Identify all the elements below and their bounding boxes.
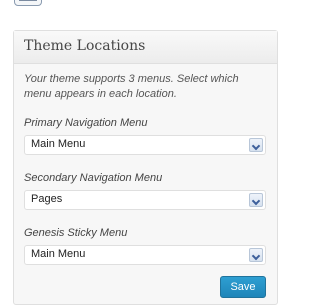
screen-options-icon[interactable] [14, 0, 42, 6]
location-label-primary: Primary Navigation Menu [24, 117, 148, 129]
secondary-menu-value: Pages [31, 193, 63, 205]
chevron-down-icon[interactable] [249, 138, 263, 152]
tab-indicator [19, 0, 37, 1]
primary-menu-select[interactable]: Main Menu [24, 135, 266, 155]
primary-menu-value: Main Menu [31, 138, 86, 150]
sticky-menu-select[interactable]: Main Menu [24, 245, 266, 265]
chevron-down-icon[interactable] [249, 193, 263, 207]
secondary-menu-select[interactable]: Pages [24, 190, 266, 210]
location-label-secondary: Secondary Navigation Menu [24, 172, 163, 184]
theme-locations-panel: Theme Locations Your theme supports 3 me… [13, 30, 278, 305]
save-button[interactable]: Save [220, 276, 266, 298]
chevron-down-icon[interactable] [249, 248, 263, 262]
panel-title: Theme Locations [14, 31, 277, 64]
sticky-menu-value: Main Menu [31, 248, 86, 260]
panel-description: Your theme supports 3 menus. Select whic… [24, 73, 239, 100]
location-label-sticky: Genesis Sticky Menu [24, 227, 128, 239]
